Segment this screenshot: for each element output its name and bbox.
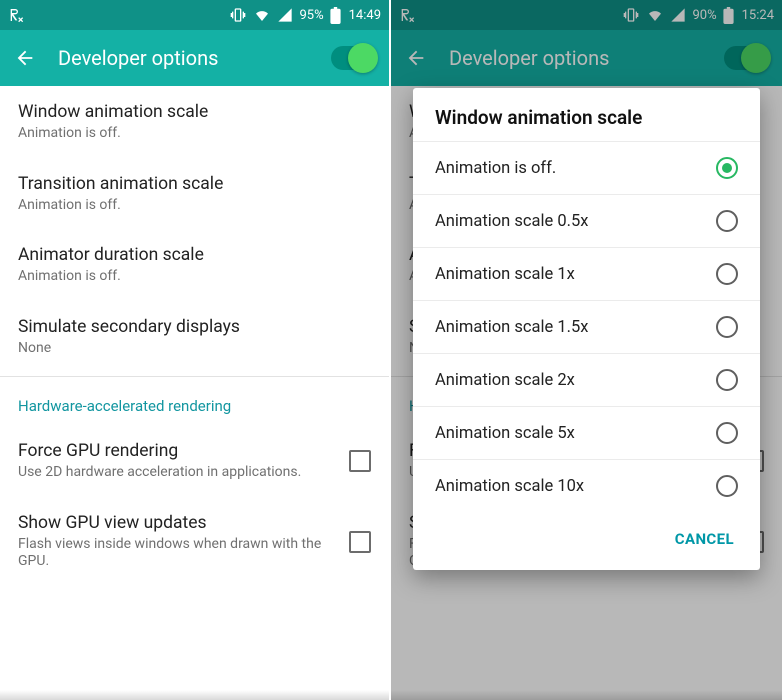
setting-transition-animation-scale[interactable]: Transition animation scale Animation is … (0, 158, 389, 230)
option-label: Animation scale 10x (435, 477, 584, 496)
dialog-actions: CANCEL (413, 512, 760, 564)
page-title: Developer options (58, 46, 309, 70)
radio-icon (716, 316, 738, 338)
battery-percent: 95% (299, 8, 323, 23)
section-header-hw-accel: Hardware-accelerated rendering (0, 381, 389, 425)
setting-subtitle: Animation is off. (18, 197, 371, 215)
setting-title: Animator duration scale (18, 245, 371, 265)
dialog-option[interactable]: Animation scale 2x (413, 353, 760, 406)
option-label: Animation scale 1.5x (435, 318, 588, 337)
cancel-button[interactable]: CANCEL (663, 520, 746, 558)
setting-simulate-secondary-displays[interactable]: Simulate secondary displays None (0, 301, 389, 373)
setting-subtitle: None (18, 340, 371, 358)
setting-title: Force GPU rendering (18, 441, 337, 461)
dialog-option[interactable]: Animation scale 5x (413, 406, 760, 459)
dialog-option-list: Animation is off. Animation scale 0.5x A… (413, 141, 760, 512)
dev-options-toggle[interactable] (331, 46, 375, 70)
phone-left: 95% 14:49 Developer options Window anima… (0, 0, 391, 700)
dialog-option[interactable]: Animation scale 10x (413, 459, 760, 512)
setting-window-animation-scale[interactable]: Window animation scale Animation is off. (0, 86, 389, 158)
dialog-window-animation-scale: Window animation scale Animation is off.… (413, 88, 760, 570)
option-label: Animation is off. (435, 159, 556, 178)
radio-selected-icon (716, 157, 738, 179)
settings-list: Window animation scale Animation is off.… (0, 86, 389, 700)
dialog-option[interactable]: Animation scale 1.5x (413, 300, 760, 353)
setting-title: Transition animation scale (18, 174, 371, 194)
option-label: Animation scale 1x (435, 265, 575, 284)
radio-icon (716, 263, 738, 285)
setting-title: Show GPU view updates (18, 513, 337, 533)
setting-subtitle: Use 2D hardware acceleration in applicat… (18, 464, 337, 482)
dialog-option[interactable]: Animation scale 1x (413, 247, 760, 300)
checkbox[interactable] (349, 450, 371, 472)
setting-animator-duration-scale[interactable]: Animator duration scale Animation is off… (0, 229, 389, 301)
setting-title: Simulate secondary displays (18, 317, 371, 337)
clock: 14:49 (349, 8, 381, 23)
dialog-option[interactable]: Animation scale 0.5x (413, 194, 760, 247)
setting-subtitle: Flash views inside windows when drawn wi… (18, 536, 337, 571)
radio-icon (716, 369, 738, 391)
radio-icon (716, 422, 738, 444)
vibrate-icon (229, 7, 247, 23)
dialog-title: Window animation scale (413, 106, 760, 141)
status-bar: 95% 14:49 (0, 0, 389, 30)
checkbox[interactable] (349, 531, 371, 553)
dialog-option[interactable]: Animation is off. (413, 141, 760, 194)
option-label: Animation scale 0.5x (435, 212, 588, 231)
radio-icon (716, 210, 738, 232)
battery-icon (330, 7, 341, 24)
setting-show-gpu-view-updates[interactable]: Show GPU view updates Flash views inside… (0, 497, 389, 586)
setting-title: Window animation scale (18, 102, 371, 122)
wifi-icon (253, 7, 271, 23)
signal-icon (277, 7, 293, 23)
divider (0, 376, 389, 377)
rx-icon (8, 7, 24, 23)
setting-subtitle: Animation is off. (18, 268, 371, 286)
option-label: Animation scale 5x (435, 424, 575, 443)
setting-subtitle: Animation is off. (18, 125, 371, 143)
back-icon[interactable] (14, 47, 36, 69)
setting-force-gpu-rendering[interactable]: Force GPU rendering Use 2D hardware acce… (0, 425, 389, 497)
phone-right: 90% 15:24 Developer options Window anima… (391, 0, 782, 700)
toolbar: Developer options (0, 30, 389, 86)
radio-icon (716, 475, 738, 497)
option-label: Animation scale 2x (435, 371, 575, 390)
